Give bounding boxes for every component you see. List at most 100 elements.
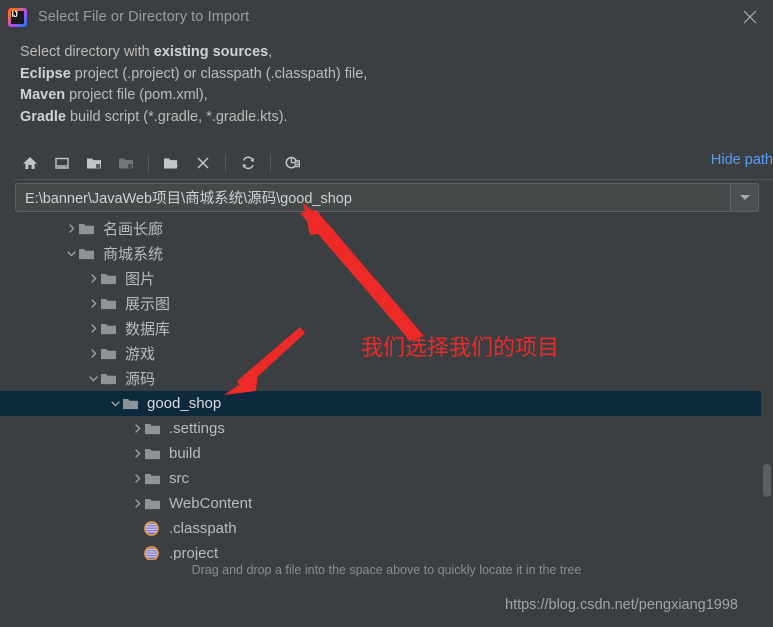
chevron-right-icon[interactable] bbox=[130, 441, 144, 466]
chevron-down-icon[interactable] bbox=[86, 366, 100, 391]
tree-row-label: build bbox=[169, 445, 201, 462]
chevron-right-icon[interactable] bbox=[130, 416, 144, 441]
folder-icon bbox=[100, 316, 118, 341]
watermark-text: https://blog.csdn.net/pengxiang1998 bbox=[505, 597, 738, 613]
tree-row-label: 展示图 bbox=[125, 296, 171, 313]
toolbar-divider bbox=[14, 179, 773, 180]
import-dialog: IJ Select File or Directory to Import Se… bbox=[0, 0, 773, 627]
dialog-description: Select directory with existing sources, … bbox=[20, 42, 720, 128]
chevron-right-glyph bbox=[134, 424, 140, 433]
new-folder-icon bbox=[163, 158, 178, 169]
desc-1-bold: existing sources bbox=[153, 44, 269, 60]
toolbar-separator-1 bbox=[148, 154, 149, 172]
home-icon bbox=[23, 157, 37, 169]
project-directory-button[interactable] bbox=[78, 148, 110, 178]
description-line-2: Eclipse project (.project) or classpath … bbox=[20, 64, 720, 86]
window-title: Select File or Directory to Import bbox=[38, 9, 250, 25]
path-row: E:\banner\JavaWeb项目\商城系统\源码\good_shop bbox=[15, 183, 759, 212]
description-line-3: Maven project file (pom.xml), bbox=[20, 85, 720, 107]
refresh-icon bbox=[242, 156, 254, 170]
chevron-right-icon[interactable] bbox=[86, 316, 100, 341]
refresh-button[interactable] bbox=[232, 148, 264, 178]
tree-row[interactable]: .classpath bbox=[0, 516, 773, 541]
tree-row-label: 图片 bbox=[125, 271, 156, 288]
xml-file-icon bbox=[144, 516, 162, 541]
folder-icon bbox=[144, 491, 162, 516]
folder-icon bbox=[100, 341, 118, 366]
tree-row[interactable]: 名画长廊 bbox=[0, 216, 773, 241]
xml-file-icon bbox=[144, 541, 162, 560]
directory-tree[interactable]: 名画长廊 商城系统图片展示图数据库游戏源码 good_shop .settings bu… bbox=[0, 216, 773, 560]
close-button[interactable] bbox=[727, 0, 773, 34]
chevron-right-glyph bbox=[90, 299, 96, 308]
desc-4-rest: build script (*.gradle, *.gradle.kts). bbox=[65, 108, 288, 125]
tree-row[interactable]: 图片 bbox=[0, 266, 773, 291]
folder-icon bbox=[78, 241, 96, 266]
home-button[interactable] bbox=[14, 148, 46, 178]
desc-3-bold: Maven bbox=[20, 87, 66, 103]
folder-icon bbox=[100, 366, 118, 391]
chevron-down-icon[interactable] bbox=[108, 391, 122, 416]
folder-icon bbox=[122, 391, 140, 416]
chevron-down-glyph bbox=[88, 376, 98, 382]
chevron-right-glyph bbox=[68, 224, 74, 233]
new-folder-button[interactable] bbox=[155, 148, 187, 178]
show-hidden-files-button[interactable] bbox=[277, 148, 309, 178]
tree-row[interactable]: build bbox=[0, 441, 773, 466]
show-hidden-icon bbox=[285, 156, 300, 169]
project-folder-icon bbox=[86, 158, 101, 169]
tree-row-label: .settings bbox=[169, 420, 225, 437]
module-directory-button[interactable] bbox=[110, 148, 142, 178]
folder-icon bbox=[144, 441, 162, 466]
tree-row[interactable]: 源码 bbox=[0, 366, 773, 391]
desc-3-rest: project file (pom.xml), bbox=[65, 87, 208, 103]
hide-path-link[interactable]: Hide path bbox=[711, 152, 773, 168]
chevron-right-icon[interactable] bbox=[64, 216, 78, 241]
tree-row-label: WebContent bbox=[169, 495, 253, 512]
tree-row[interactable]: 商城系统 bbox=[0, 241, 773, 266]
title-bar: IJ Select File or Directory to Import bbox=[0, 0, 773, 34]
folder-icon bbox=[144, 466, 162, 491]
annotation-note: 我们选择我们的项目 bbox=[361, 336, 560, 361]
desc-1-suffix: , bbox=[268, 44, 273, 60]
chevron-right-icon[interactable] bbox=[130, 491, 144, 516]
desc-2-bold: Eclipse bbox=[20, 65, 71, 82]
module-folder-icon bbox=[118, 158, 133, 169]
chevron-right-glyph bbox=[90, 274, 96, 283]
tree-row-label: .project bbox=[169, 545, 219, 560]
delete-button[interactable] bbox=[187, 148, 219, 178]
delete-icon bbox=[197, 157, 209, 169]
tree-row[interactable]: .project bbox=[0, 541, 773, 560]
chevron-right-icon[interactable] bbox=[130, 466, 144, 491]
chevron-right-icon[interactable] bbox=[86, 341, 100, 366]
tree-scrollbar-thumb[interactable] bbox=[763, 464, 771, 497]
chevron-down-icon[interactable] bbox=[64, 241, 78, 266]
tree-row-label: 数据库 bbox=[125, 321, 171, 338]
path-input[interactable]: E:\banner\JavaWeb项目\商城系统\源码\good_shop bbox=[15, 183, 730, 212]
folder-icon bbox=[144, 416, 162, 441]
tree-row-label: 游戏 bbox=[125, 346, 156, 363]
desktop-button[interactable] bbox=[46, 148, 78, 178]
tree-row[interactable]: WebContent bbox=[0, 491, 773, 516]
path-dropdown-button[interactable] bbox=[730, 183, 759, 212]
tree-row[interactable]: 展示图 bbox=[0, 291, 773, 316]
tree-row-label: 源码 bbox=[125, 371, 156, 388]
tree-row[interactable]: src bbox=[0, 466, 773, 491]
folder-icon bbox=[78, 216, 96, 241]
close-icon bbox=[743, 10, 757, 24]
toolbar-separator-2 bbox=[225, 154, 226, 172]
chevron-right-icon[interactable] bbox=[86, 266, 100, 291]
folder-icon bbox=[100, 291, 118, 316]
tree-scrollbar[interactable] bbox=[761, 216, 773, 560]
tree-row-label: good_shop bbox=[147, 395, 222, 412]
desktop-icon bbox=[55, 157, 69, 169]
tree-row-selected[interactable]: good_shop bbox=[0, 391, 773, 416]
description-line-1: Select directory with existing sources, bbox=[20, 42, 720, 64]
tree-row[interactable]: .settings bbox=[0, 416, 773, 441]
file-chooser-toolbar: Hide path bbox=[14, 146, 773, 180]
chevron-right-glyph bbox=[134, 499, 140, 508]
tree-row-label: src bbox=[169, 470, 189, 487]
chevron-right-icon[interactable] bbox=[86, 291, 100, 316]
